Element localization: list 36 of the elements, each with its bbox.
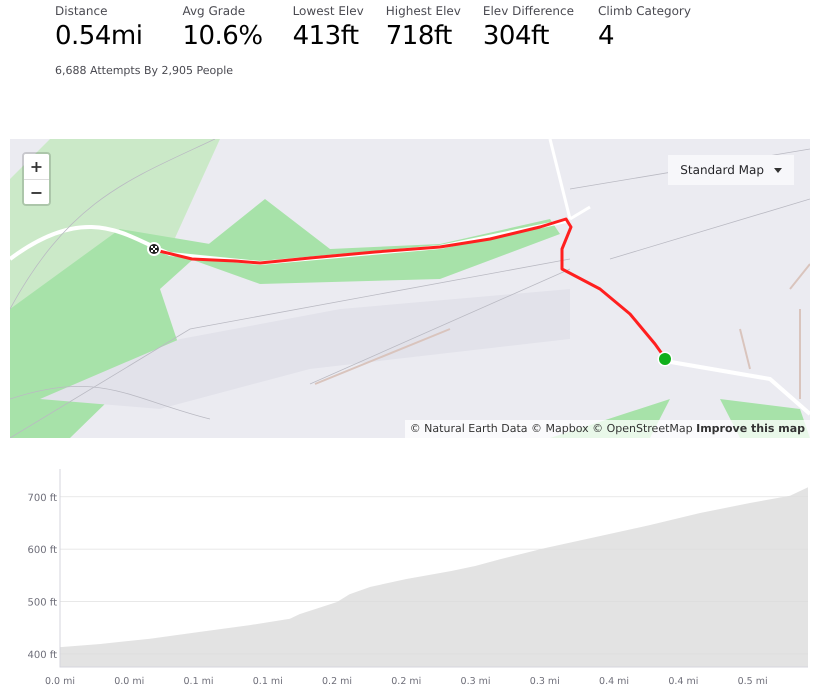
x-axis-label: 0.1 mi — [184, 676, 214, 687]
y-axis-label: 600 ft — [27, 545, 57, 556]
x-axis-label: 0.5 mi — [738, 676, 768, 687]
x-axis-label: 0.3 mi — [460, 676, 491, 687]
zoom-in-button[interactable]: + — [24, 154, 49, 179]
y-axis-label: 500 ft — [27, 598, 57, 609]
x-axis-label: 0.3 mi — [530, 676, 560, 687]
stat-label: Lowest Elev — [292, 4, 364, 19]
stat-label: Elev Difference — [482, 4, 574, 19]
stat-value: 413ft — [292, 20, 360, 53]
x-axis-label: 0.1 mi — [252, 676, 283, 687]
stat-label: Climb Category — [598, 4, 691, 19]
map-attribution: © Natural Earth Data © Mapbox © OpenStreetMap Improve this map — [404, 420, 810, 438]
stat-value: 304ft — [482, 20, 550, 53]
x-axis-label: 0.0 mi — [114, 676, 144, 687]
stat-label: Avg Grade — [182, 4, 246, 19]
stat-label: Highest Elev — [386, 4, 461, 19]
stat-value: 718ft — [386, 20, 453, 53]
start-marker-icon — [147, 242, 161, 256]
stat-value: 10.6% — [182, 20, 263, 53]
caret-icon — [774, 168, 782, 172]
x-axis-label: 0.2 mi — [391, 676, 422, 687]
x-axis-label: 0.4 mi — [599, 676, 630, 687]
stat-value: 0.54mi — [55, 20, 142, 53]
stat-label: Distance — [55, 4, 108, 19]
map-style-dropdown[interactable]: Standard Map — [668, 155, 794, 185]
stat-value: 4 — [598, 20, 616, 53]
x-axis-label: 0.2 mi — [322, 676, 352, 687]
attempts-count: 6,688 Attempts By 2,905 People — [55, 63, 234, 79]
improve-map-link[interactable]: Improve this map — [696, 422, 805, 434]
y-axis-label: 700 ft — [27, 492, 57, 504]
y-axis-label: 400 ft — [27, 650, 57, 661]
zoom-out-button[interactable]: − — [24, 179, 49, 204]
x-axis-label: 0.4 mi — [668, 676, 698, 687]
end-marker-icon — [658, 352, 672, 366]
x-axis-label: 0.0 mi — [44, 676, 76, 687]
